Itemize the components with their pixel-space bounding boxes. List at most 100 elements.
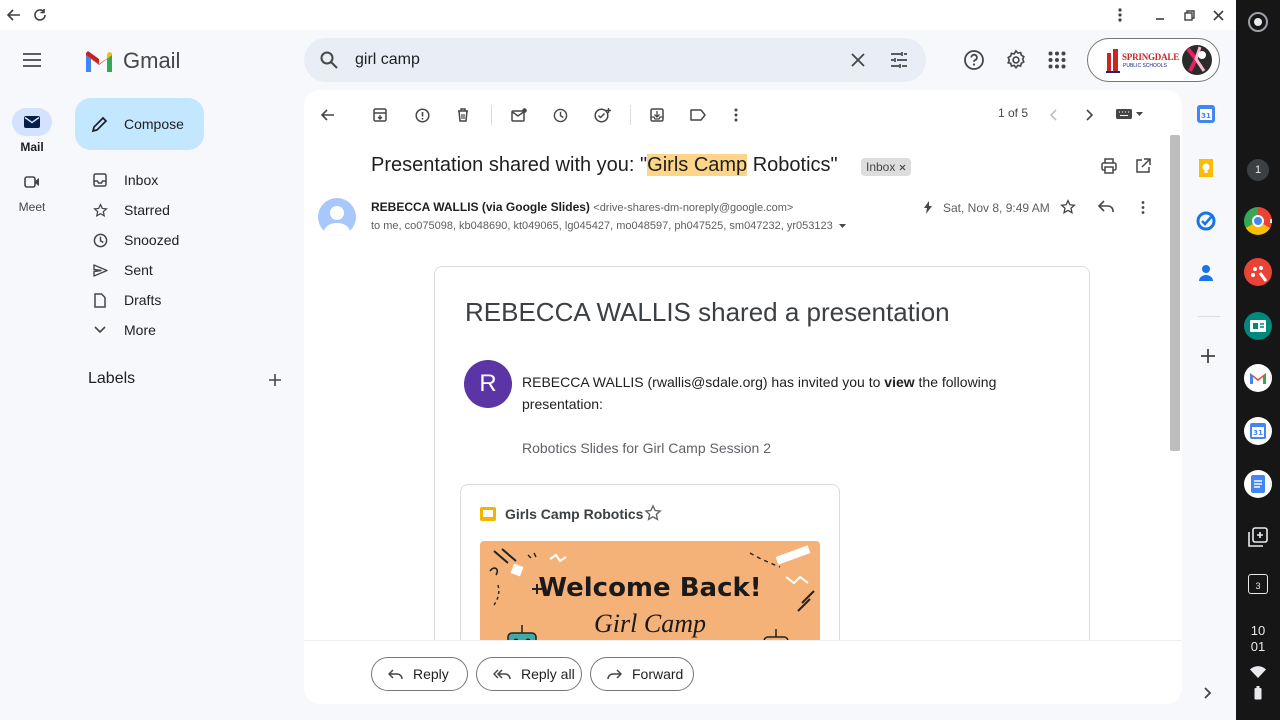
close-window-icon[interactable]	[1208, 5, 1228, 25]
add-label-icon[interactable]	[268, 373, 282, 387]
search-icon[interactable]	[320, 51, 338, 69]
more-vert-icon[interactable]	[1110, 5, 1130, 25]
sidebar-item-more[interactable]: More	[76, 315, 296, 345]
label-icon[interactable]	[687, 104, 709, 126]
invite-text-start: REBECCA WALLIS (rwallis@sdale.org) has i…	[522, 374, 885, 390]
virtual-desk-icon[interactable]: 3	[1248, 574, 1268, 594]
reply-all-icon	[493, 668, 511, 679]
settings-gear-icon[interactable]	[1005, 49, 1027, 71]
clock-hour: 10	[1250, 623, 1266, 638]
archive-icon[interactable]	[369, 104, 391, 126]
sender-name[interactable]: REBECCA WALLIS (via Google Slides)	[371, 200, 590, 214]
keep-icon[interactable]	[1196, 158, 1220, 182]
help-icon[interactable]	[963, 49, 985, 71]
calendar-icon[interactable]: 31	[1196, 104, 1220, 128]
minimize-icon[interactable]	[1150, 5, 1170, 25]
move-to-icon[interactable]	[646, 104, 668, 126]
apps-grid-icon[interactable]	[1048, 51, 1066, 69]
rail-mail-label: Mail	[20, 140, 44, 154]
sidebar-item-snoozed[interactable]: Snoozed	[76, 225, 296, 255]
compose-label: Compose	[124, 116, 184, 132]
sidebar-item-inbox[interactable]: Inbox	[76, 165, 296, 195]
person-icon	[324, 206, 350, 236]
mail-icon	[12, 108, 52, 136]
thumb-title: Welcome Back!	[538, 573, 762, 603]
get-addons-plus-icon[interactable]	[1201, 349, 1215, 363]
older-chevron-icon[interactable]	[1079, 104, 1101, 126]
classroom-app-icon[interactable]	[1244, 312, 1272, 340]
launcher-icon[interactable]	[1248, 12, 1268, 32]
rail-meet[interactable]: Meet	[0, 168, 64, 214]
expand-side-panel-icon[interactable]	[1204, 687, 1212, 699]
chrome-app-icon[interactable]	[1244, 207, 1272, 235]
snooze-icon[interactable]	[549, 104, 571, 126]
reply-button[interactable]: Reply	[371, 657, 468, 691]
reply-icon[interactable]	[1098, 200, 1114, 213]
back-to-inbox-icon[interactable]	[317, 104, 339, 126]
notification-badge[interactable]: 1	[1247, 159, 1269, 181]
show-details-icon[interactable]	[838, 224, 846, 228]
star-file-icon[interactable]	[644, 504, 662, 522]
rail-mail[interactable]: Mail	[0, 108, 64, 154]
wifi-icon[interactable]	[1250, 666, 1266, 678]
star-icon	[76, 202, 124, 218]
svg-text:31: 31	[1201, 112, 1211, 120]
sender-avatar[interactable]	[318, 198, 356, 236]
inbox-icon	[76, 173, 124, 187]
pagination-label: 1 of 5	[998, 106, 1029, 120]
sidebar-item-drafts[interactable]: Drafts	[76, 285, 296, 315]
screen-capture-icon[interactable]	[1248, 527, 1268, 547]
docs-app-icon[interactable]	[1244, 470, 1272, 498]
delete-icon[interactable]	[452, 104, 474, 126]
reload-icon[interactable]	[30, 5, 50, 25]
back-arrow-icon[interactable]	[4, 5, 24, 25]
search-bar[interactable]: girl camp	[304, 38, 926, 82]
compose-button[interactable]: Compose	[75, 98, 204, 150]
school-logo-icon	[1106, 49, 1120, 73]
tasks-icon[interactable]	[1196, 211, 1220, 235]
mark-unread-icon[interactable]	[508, 104, 530, 126]
more-options-icon[interactable]	[725, 104, 747, 126]
email-subject: Presentation shared with you: "Girls Cam…	[371, 154, 838, 177]
gmail-app-icon[interactable]	[1244, 364, 1272, 392]
avatar[interactable]	[1182, 45, 1212, 75]
recipients-line[interactable]: to me, co075098, kb048690, kt049065, lg0…	[371, 220, 846, 232]
clear-search-icon[interactable]	[851, 53, 865, 67]
contacts-icon[interactable]	[1196, 263, 1220, 287]
account-switcher[interactable]: SPRINGDALE PUBLIC SCHOOLS	[1087, 38, 1220, 82]
canvas-app-icon[interactable]	[1244, 258, 1272, 286]
forward-button[interactable]: Forward	[590, 657, 694, 691]
input-tools-icon[interactable]	[1116, 106, 1146, 122]
search-input[interactable]: girl camp	[355, 51, 420, 69]
sidebar-item-sent[interactable]: Sent	[76, 255, 296, 285]
sidebar-item-starred[interactable]: Starred	[76, 195, 296, 225]
calendar-app-icon[interactable]: 31	[1244, 417, 1272, 445]
reply-all-button[interactable]: Reply all	[476, 657, 582, 691]
important-lightning-icon	[924, 201, 932, 214]
sharer-avatar: R	[464, 360, 512, 408]
recipients-text: to me, co075098, kb048690, kt049065, lg0…	[371, 220, 833, 232]
gmail-logo[interactable]: Gmail	[84, 46, 180, 76]
open-new-window-icon[interactable]	[1135, 158, 1151, 174]
newer-chevron-icon[interactable]	[1042, 104, 1064, 126]
reply-arrow-icon	[388, 668, 403, 679]
remove-label-icon[interactable]	[899, 164, 906, 171]
org-name: SPRINGDALE	[1122, 52, 1180, 62]
report-spam-icon[interactable]	[411, 104, 433, 126]
system-tray-clock[interactable]: 10 01	[1236, 623, 1280, 655]
send-icon	[76, 263, 124, 277]
scrollbar-thumb[interactable]	[1170, 135, 1180, 451]
sender-line: REBECCA WALLIS (via Google Slides) <driv…	[371, 200, 793, 214]
battery-icon[interactable]	[1254, 686, 1262, 700]
org-subname: PUBLIC SCHOOLS	[1123, 63, 1167, 69]
email-more-icon[interactable]	[1141, 201, 1145, 214]
subject-suffix: Robotics"	[747, 154, 838, 176]
print-icon[interactable]	[1101, 158, 1117, 174]
star-email-icon[interactable]	[1060, 199, 1076, 215]
video-camera-icon	[12, 168, 52, 196]
main-menu-icon[interactable]	[22, 52, 42, 68]
restore-icon[interactable]	[1179, 5, 1199, 25]
search-options-icon[interactable]	[890, 51, 908, 69]
add-task-icon[interactable]	[591, 104, 613, 126]
file-name[interactable]: Girls Camp Robotics	[505, 506, 643, 522]
